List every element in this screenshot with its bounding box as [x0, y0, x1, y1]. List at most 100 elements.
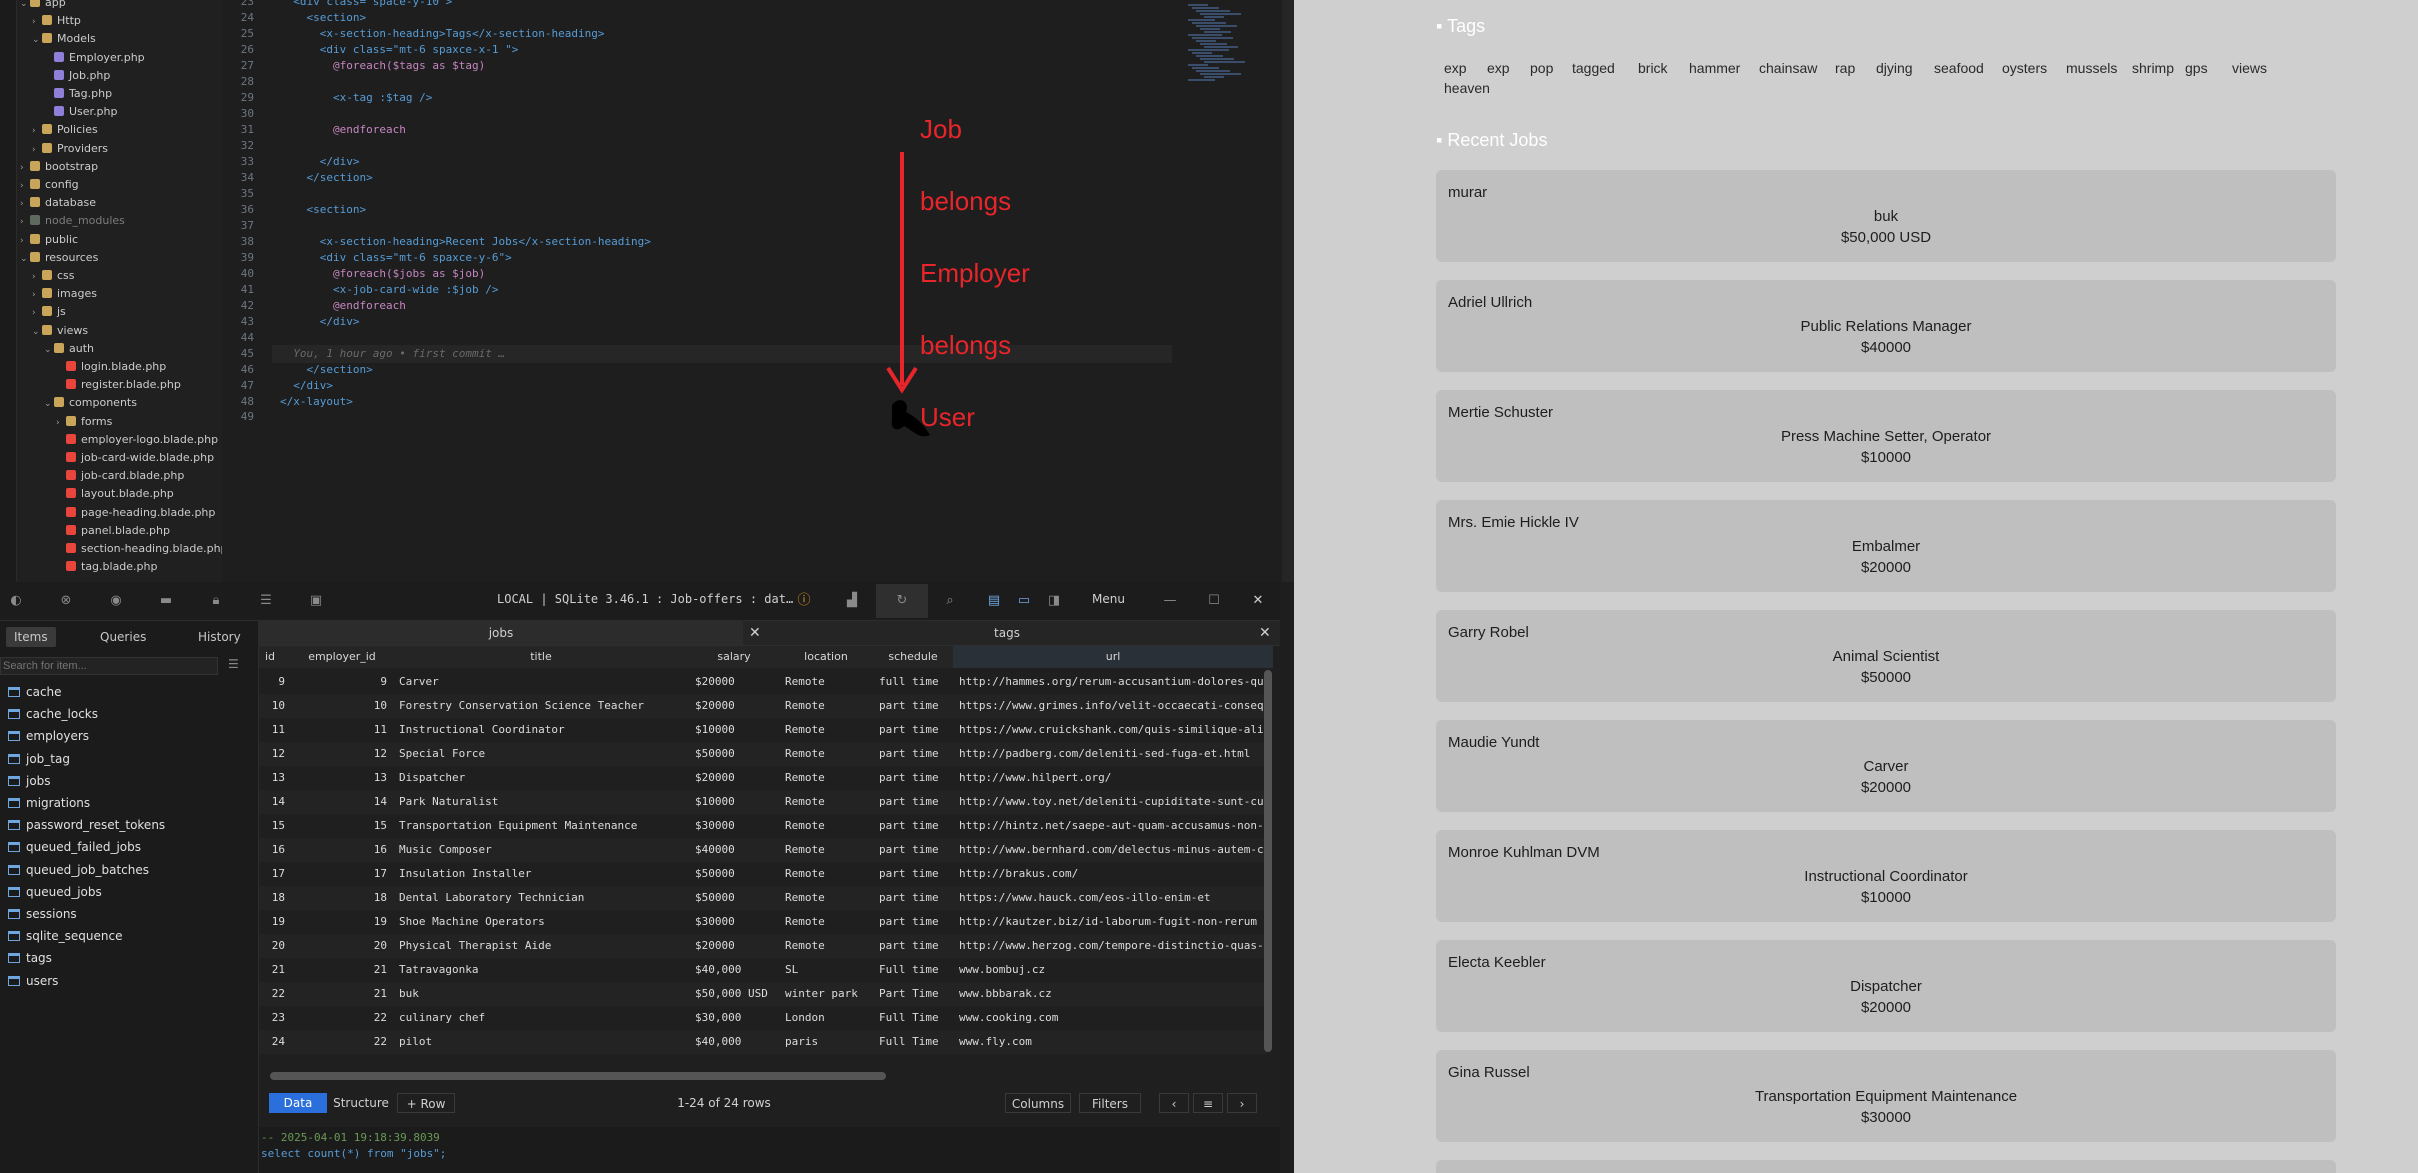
- tag-chip[interactable]: exp: [1444, 60, 1467, 76]
- file-tree-item[interactable]: › config: [20, 176, 79, 194]
- table-cell[interactable]: http://kautzer.biz/id-laborum-fugit-non-…: [953, 910, 1273, 934]
- filter-icon[interactable]: ☰: [228, 657, 239, 671]
- tag-chip[interactable]: pop: [1530, 60, 1553, 76]
- grid-vertical-scrollbar[interactable]: [1264, 670, 1272, 1052]
- table-cell[interactable]: part time: [873, 766, 953, 790]
- table-cell[interactable]: Dispatcher: [393, 766, 689, 790]
- connection-icon[interactable]: ◐: [6, 591, 26, 611]
- table-cell[interactable]: $50000: [689, 886, 779, 910]
- table-cell[interactable]: $30,000: [689, 1006, 779, 1030]
- table-cell[interactable]: http://www.hilpert.org/: [953, 766, 1273, 790]
- table-cell[interactable]: http://brakus.com/: [953, 862, 1273, 886]
- table-cell[interactable]: 20: [291, 934, 393, 958]
- job-card[interactable]: Gina Russel Transportation Equipment Main…: [1436, 1050, 2336, 1142]
- table-cell[interactable]: www.cooking.com: [953, 1006, 1273, 1030]
- table-cell[interactable]: winter park: [779, 982, 873, 1006]
- search-icon[interactable]: ⌕: [940, 591, 960, 611]
- info-icon[interactable]: ⓘ: [794, 591, 814, 611]
- table-cell[interactable]: part time: [873, 814, 953, 838]
- tag-chip[interactable]: brick: [1638, 60, 1668, 76]
- sidebar-table-sessions[interactable]: sessions: [8, 903, 77, 925]
- column-header-employer-id[interactable]: employer_id: [291, 646, 393, 668]
- job-card[interactable]: Maudie Yundt Carver $20000: [1436, 720, 2336, 812]
- file-tree-item[interactable]: › Http: [32, 12, 81, 30]
- file-tree-item[interactable]: ⌄ views: [32, 322, 88, 340]
- tag-chip[interactable]: djying: [1876, 60, 1913, 76]
- table-cell[interactable]: 24: [259, 1030, 291, 1054]
- table-cell[interactable]: part time: [873, 790, 953, 814]
- job-card[interactable]: Monroe Kuhlman DVM Instructional Coordina…: [1436, 830, 2336, 922]
- job-title[interactable]: Transportation Equipment Maintenance: [1436, 1088, 2336, 1105]
- file-tree-item[interactable]: › public: [20, 231, 78, 249]
- table-cell[interactable]: part time: [873, 910, 953, 934]
- data-grid[interactable]: id employer_id title salary location schedule…: [259, 646, 1280, 1066]
- data-tab-button[interactable]: Data: [269, 1093, 327, 1113]
- table-cell[interactable]: part time: [873, 742, 953, 766]
- table-cell[interactable]: $20000: [689, 670, 779, 694]
- table-row[interactable]: 22 21 buk $50,000 USD winter park Part Time ww…: [259, 982, 1267, 1006]
- table-cell[interactable]: 9: [259, 670, 291, 694]
- tag-chip[interactable]: views: [2232, 60, 2267, 76]
- file-tree-item[interactable]: › css: [32, 267, 75, 285]
- tag-chip[interactable]: shrimp: [2132, 60, 2174, 76]
- table-cell[interactable]: $40,000: [689, 958, 779, 982]
- column-header-salary[interactable]: salary: [689, 646, 779, 668]
- minimap[interactable]: [1180, 0, 1260, 100]
- table-cell[interactable]: Full time: [873, 958, 953, 982]
- minimize-icon[interactable]: —: [1160, 591, 1180, 611]
- tag-chip[interactable]: tagged: [1572, 60, 1615, 76]
- table-row[interactable]: 17 17 Insulation Installer $50000 Remote part…: [259, 862, 1267, 886]
- table-cell[interactable]: https://www.hauck.com/eos-illo-enim-et: [953, 886, 1273, 910]
- file-tree-item[interactable]: layout.blade.php: [56, 485, 174, 503]
- file-tree-item[interactable]: Tag.php: [44, 85, 112, 103]
- table-cell[interactable]: Music Composer: [393, 838, 689, 862]
- table-cell[interactable]: $10000: [689, 718, 779, 742]
- file-tree-item[interactable]: › forms: [56, 413, 112, 431]
- sidebar-table-queued-job-batches[interactable]: queued_job_batches: [8, 859, 149, 881]
- job-card[interactable]: Adriel Ullrich Public Relations Manager $4…: [1436, 280, 2336, 372]
- table-cell[interactable]: http://www.toy.net/deleniti-cupiditate-s…: [953, 790, 1273, 814]
- table-cell[interactable]: Remote: [779, 790, 873, 814]
- table-cell[interactable]: 17: [291, 862, 393, 886]
- table-cell[interactable]: Remote: [779, 934, 873, 958]
- table-row[interactable]: 16 16 Music Composer $40000 Remote part time h…: [259, 838, 1267, 862]
- table-cell[interactable]: $30000: [689, 814, 779, 838]
- table-cell[interactable]: 15: [291, 814, 393, 838]
- tab-jobs-close-icon[interactable]: ✕: [749, 621, 761, 645]
- file-tree-item[interactable]: login.blade.php: [56, 358, 166, 376]
- table-cell[interactable]: 13: [291, 766, 393, 790]
- table-cell[interactable]: 10: [291, 694, 393, 718]
- job-title[interactable]: Instructional Coordinator: [1436, 868, 2336, 885]
- tag-chip[interactable]: mussels: [2066, 60, 2117, 76]
- next-page-icon[interactable]: ›: [1227, 1093, 1257, 1113]
- layout-right-icon[interactable]: ◨: [1044, 591, 1064, 611]
- file-tree-item[interactable]: ⌄ Models: [32, 30, 96, 48]
- table-row[interactable]: 19 19 Shoe Machine Operators $30000 Remote pa…: [259, 910, 1267, 934]
- table-cell[interactable]: $10000: [689, 790, 779, 814]
- table-cell[interactable]: 23: [259, 1006, 291, 1030]
- sidebar-tab-queries[interactable]: Queries: [92, 627, 154, 647]
- table-cell[interactable]: part time: [873, 718, 953, 742]
- table-row[interactable]: 18 18 Dental Laboratory Technician $50000 Re…: [259, 886, 1267, 910]
- table-cell[interactable]: $40,000: [689, 1030, 779, 1054]
- table-row[interactable]: 14 14 Park Naturalist $10000 Remote part time…: [259, 790, 1267, 814]
- table-cell[interactable]: http://www.herzog.com/tempore-distinctio…: [953, 934, 1273, 958]
- close-icon[interactable]: ✕: [1248, 591, 1268, 611]
- table-cell[interactable]: 10: [259, 694, 291, 718]
- table-cell[interactable]: part time: [873, 838, 953, 862]
- table-row[interactable]: 9 9 Carver $20000 Remote full time http://hamm…: [259, 670, 1267, 694]
- table-cell[interactable]: Remote: [779, 814, 873, 838]
- maximize-icon[interactable]: ☐: [1204, 591, 1224, 611]
- file-tree-item[interactable]: Job.php: [44, 67, 110, 85]
- table-cell[interactable]: 15: [259, 814, 291, 838]
- table-cell[interactable]: Remote: [779, 766, 873, 790]
- table-row[interactable]: 12 12 Special Force $50000 Remote part time ht…: [259, 742, 1267, 766]
- lock-icon[interactable]: 🔒︎: [206, 591, 226, 611]
- tag-chip[interactable]: oysters: [2002, 60, 2047, 76]
- column-header-location[interactable]: location: [779, 646, 873, 668]
- sidebar-tab-history[interactable]: History: [190, 627, 249, 647]
- table-cell[interactable]: Transportation Equipment Maintenance: [393, 814, 689, 838]
- table-row[interactable]: 13 13 Dispatcher $20000 Remote part time http:…: [259, 766, 1267, 790]
- sidebar-table-users[interactable]: users: [8, 970, 58, 992]
- file-tree-item[interactable]: panel.blade.php: [56, 522, 170, 540]
